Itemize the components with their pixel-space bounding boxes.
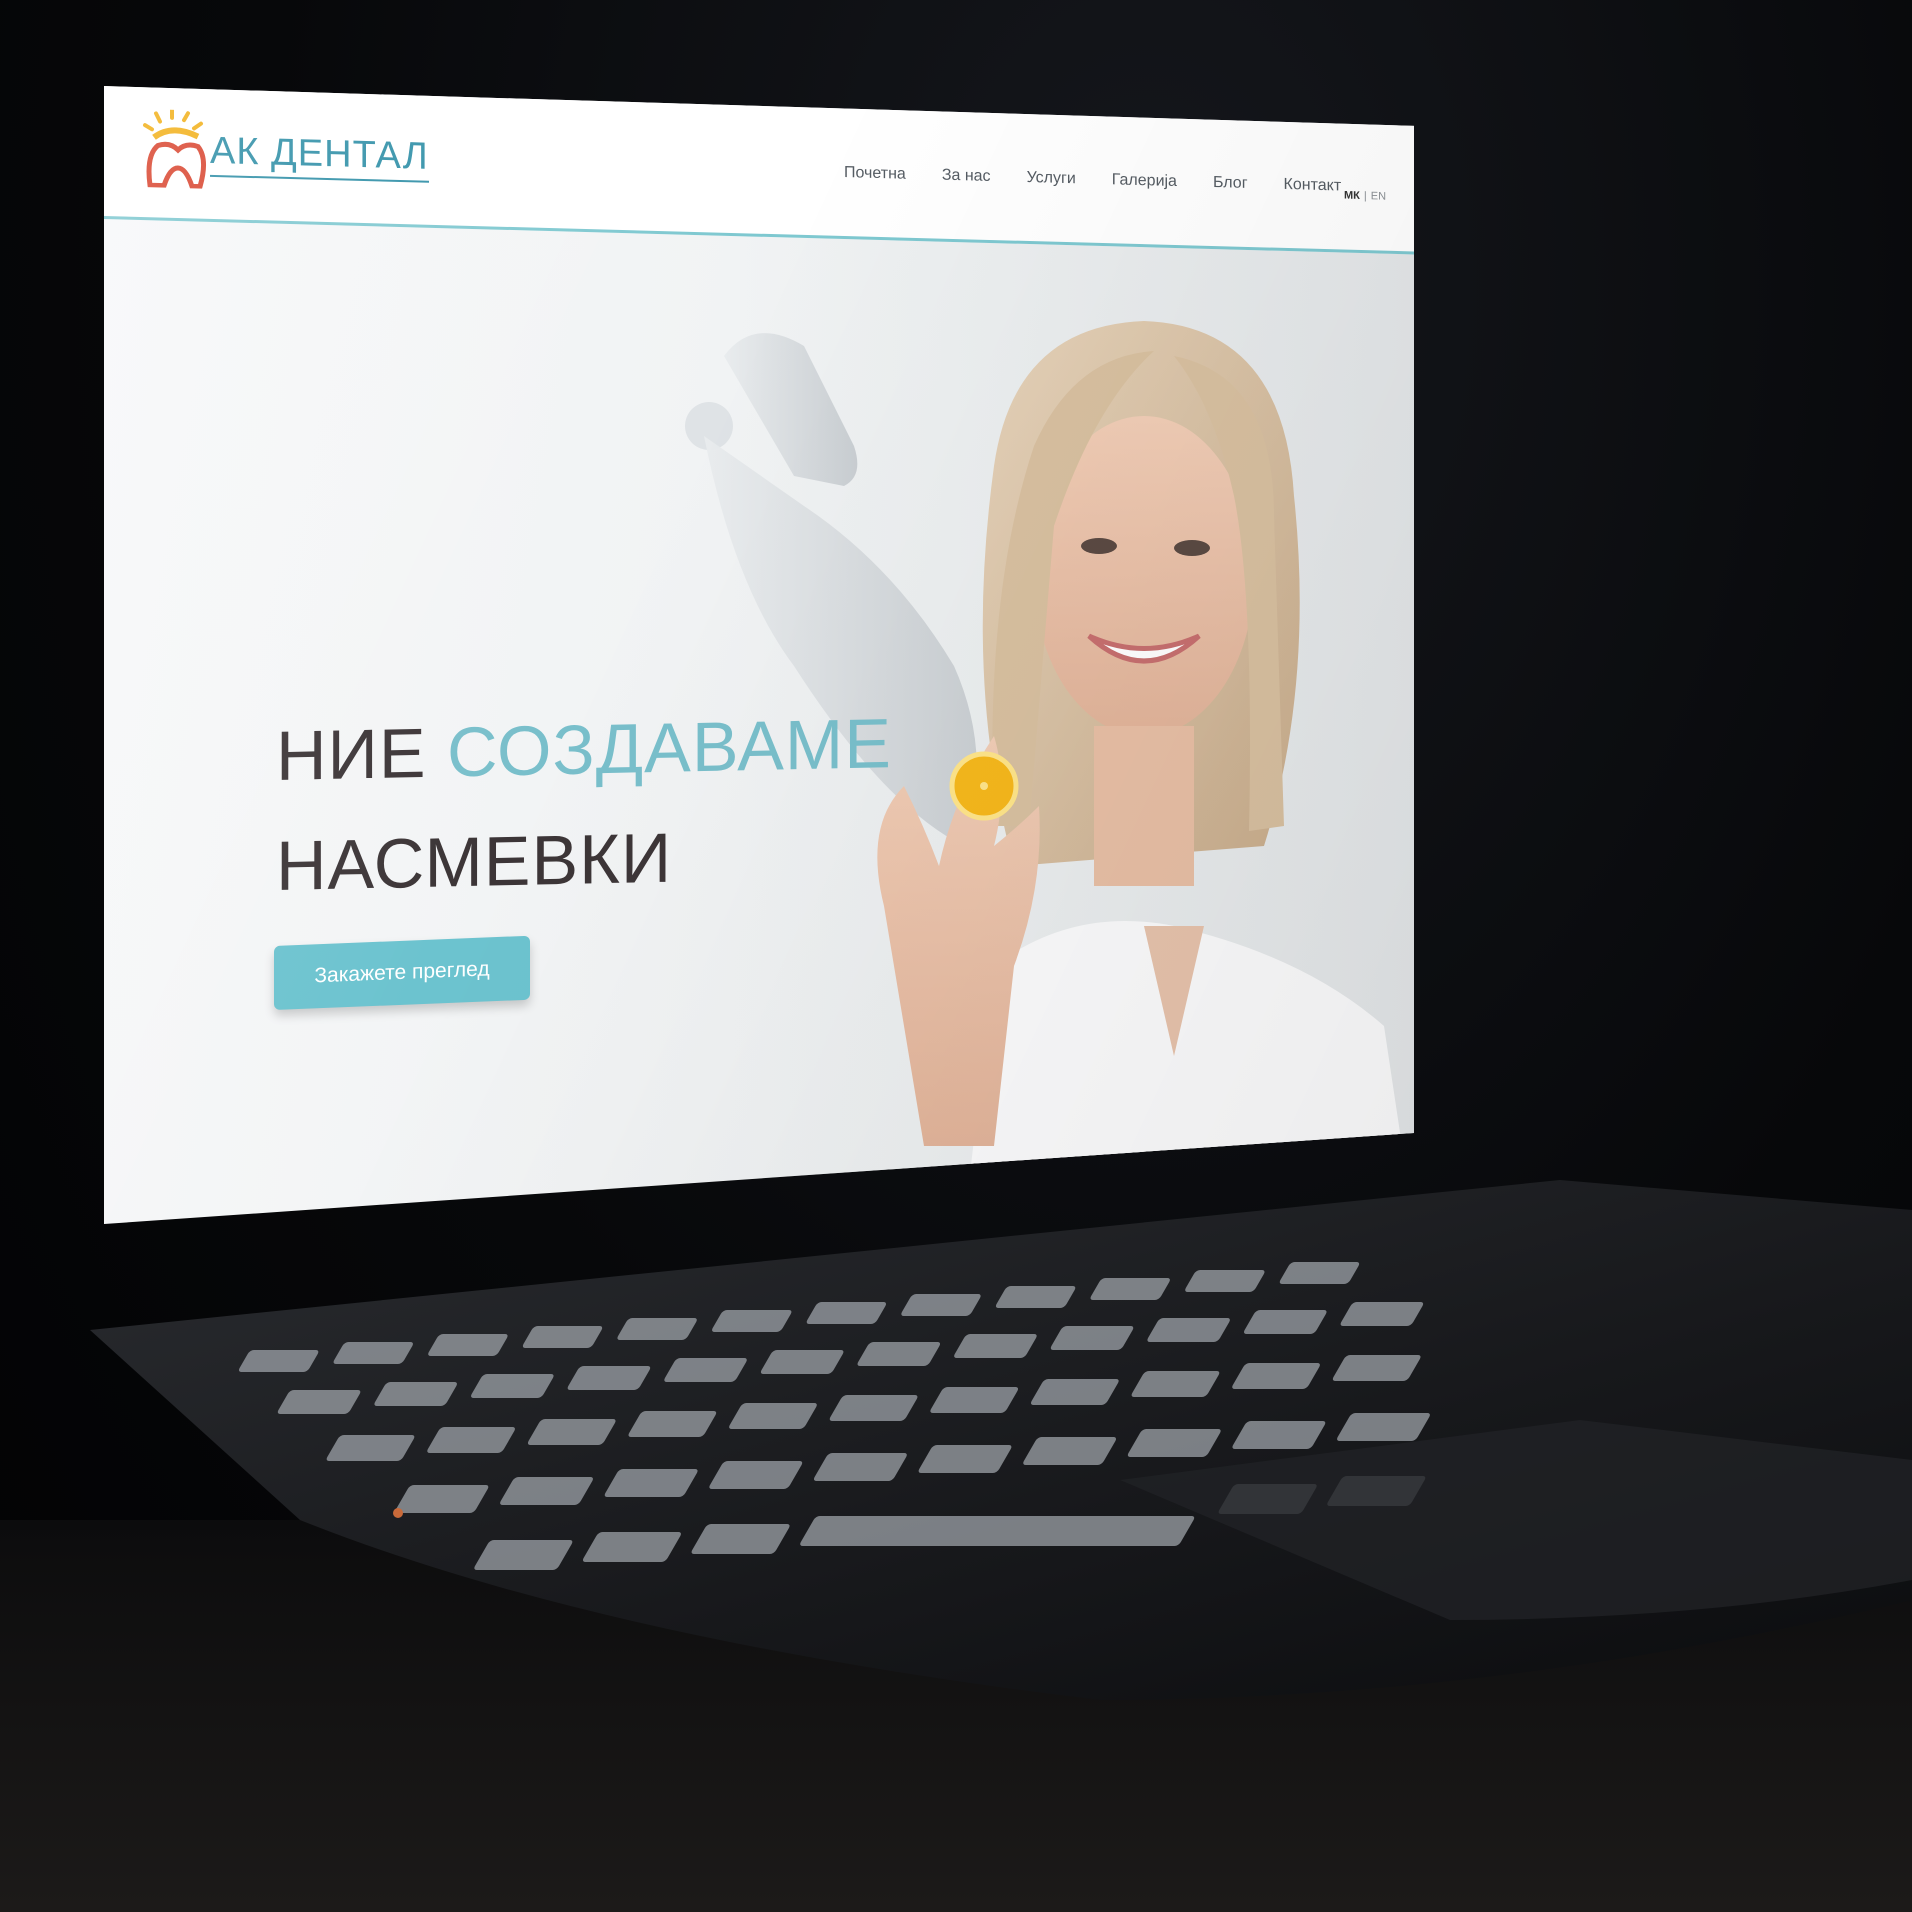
laptop-keyboard-deck [0, 1180, 1912, 1912]
nav-item-services[interactable]: Услуги [1027, 169, 1076, 188]
site-header: АК ДЕНТАЛ Почетна За нас Услуги Галерија… [104, 86, 1414, 255]
hero-headline: НИЕ СОЗДАВАМЕ НАСМЕВКИ [276, 688, 892, 921]
headline-word-dark: НИЕ [276, 713, 427, 795]
smiling-woman-image [877, 321, 1414, 1224]
lang-en[interactable]: EN [1371, 190, 1386, 202]
book-appointment-button[interactable]: Закажете преглед [274, 935, 530, 1010]
nav-item-home[interactable]: Почетна [844, 164, 906, 184]
site-logo[interactable]: АК ДЕНТАЛ [142, 109, 429, 195]
nav-item-contact[interactable]: Контакт [1284, 176, 1342, 196]
nav-item-blog[interactable]: Блог [1213, 174, 1248, 193]
sun-tooth-logo-icon [143, 109, 206, 189]
headline-line-2: НАСМЕВКИ [276, 818, 673, 905]
lang-mk[interactable]: МК [1344, 190, 1360, 202]
language-switcher: МК | EN [1344, 189, 1387, 203]
main-nav: Почетна За нас Услуги Галерија Блог Конт… [844, 164, 1341, 195]
nav-item-gallery[interactable]: Галерија [1112, 171, 1177, 191]
browser-viewport: АК ДЕНТАЛ Почетна За нас Услуги Галерија… [104, 86, 1414, 1224]
nav-item-about[interactable]: За нас [942, 167, 991, 186]
logo-text: АК ДЕНТАЛ [210, 129, 429, 183]
laptop-scene: АК ДЕНТАЛ Почетна За нас Услуги Галерија… [0, 0, 1912, 1912]
headline-word-accent: СОЗДАВАМЕ [447, 704, 892, 792]
